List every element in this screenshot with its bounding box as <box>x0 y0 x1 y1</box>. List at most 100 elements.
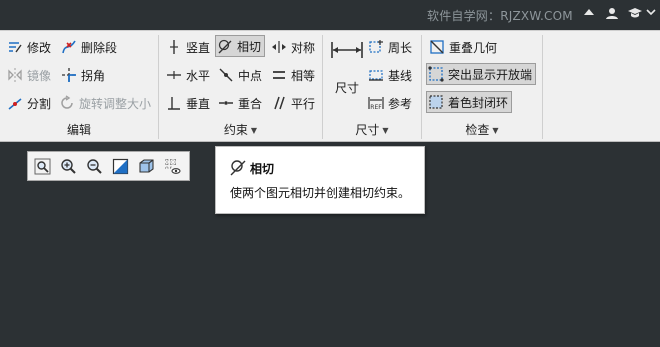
constrain-group-title: 约束 <box>223 123 248 137</box>
equal-label: 相等 <box>291 68 316 83</box>
corner-button[interactable]: 拐角 <box>60 64 105 86</box>
vertical-constraint-icon <box>165 38 183 56</box>
symmetric-icon <box>270 38 288 56</box>
inspect-group: 重叠几何 突出显示开放端 着色封闭环 检查 ▼ <box>422 31 542 143</box>
chevron-down-icon[interactable] <box>646 6 656 22</box>
zoom-out-icon[interactable] <box>83 155 105 177</box>
inspect-group-label[interactable]: 检查 ▼ <box>422 121 542 138</box>
constrain-group: 竖直 相切 对称 水平 中点 相等 垂直 重合 平行 约束 ▼ <box>159 31 322 143</box>
graduation-cap-icon[interactable] <box>627 6 643 24</box>
perimeter-label: 周长 <box>388 40 413 55</box>
reference-label: 参考 <box>388 96 413 111</box>
edit-group: 修改 删除段 镜像 拐角 分割 旋转调整大小 编辑 <box>0 31 158 143</box>
rotate-resize-button[interactable]: 旋转调整大小 <box>58 92 151 114</box>
caret-down-icon: ▼ <box>382 126 389 135</box>
dimension-label: 尺寸 <box>334 81 359 95</box>
divide-button[interactable]: 分割 <box>6 92 51 114</box>
shade-closed-loops-button[interactable]: 着色封闭环 <box>426 91 513 113</box>
vertical-label: 竖直 <box>186 40 211 55</box>
overlap-geometry-label: 重叠几何 <box>449 40 498 55</box>
rotate-resize-icon <box>58 94 76 112</box>
dimension-button[interactable]: 尺寸 <box>329 39 365 96</box>
parallel-icon <box>270 94 288 112</box>
zoom-in-icon[interactable] <box>57 155 79 177</box>
horizontal-label: 水平 <box>186 68 211 83</box>
dimension-group-label[interactable]: 尺寸 ▼ <box>323 121 421 138</box>
reference-icon: REF <box>367 94 385 112</box>
separator <box>542 35 543 139</box>
constrain-group-label[interactable]: 约束 ▼ <box>159 121 322 138</box>
symmetric-constraint-button[interactable]: 对称 <box>270 36 315 58</box>
ribbon: 修改 删除段 镜像 拐角 分割 旋转调整大小 编辑 竖直 相切 对称 水平 中点… <box>0 30 660 142</box>
title-bar: 软件自学网：RJZXW.COM <box>0 0 660 30</box>
perimeter-icon <box>367 38 385 56</box>
parallel-constraint-button[interactable]: 平行 <box>270 92 315 114</box>
midpoint-label: 中点 <box>238 68 263 83</box>
modify-button[interactable]: 修改 <box>6 36 51 58</box>
tooltip-description: 使两个图元相切并创建相切约束。 <box>230 186 411 200</box>
repaint-icon[interactable] <box>109 155 131 177</box>
inspect-group-title: 检查 <box>465 123 490 137</box>
shade-closed-loops-icon <box>427 93 445 111</box>
delete-segment-label: 删除段 <box>81 40 118 55</box>
symmetric-label: 对称 <box>291 40 316 55</box>
sketch-display-icon[interactable] <box>161 155 183 177</box>
tangent-constraint-button[interactable]: 相切 <box>215 35 266 57</box>
horizontal-constraint-icon <box>165 66 183 84</box>
edit-group-label[interactable]: 编辑 <box>0 121 158 138</box>
coincident-label: 重合 <box>238 96 263 111</box>
divide-label: 分割 <box>27 96 52 111</box>
mirror-button[interactable]: 镜像 <box>6 64 51 86</box>
equal-constraint-button[interactable]: 相等 <box>270 64 315 86</box>
parallel-label: 平行 <box>291 96 316 111</box>
overlap-geometry-icon <box>428 38 446 56</box>
mirror-icon <box>6 66 24 84</box>
perpendicular-icon <box>165 94 183 112</box>
modify-label: 修改 <box>27 40 52 55</box>
view-toolbar <box>27 151 190 181</box>
tooltip-title: 相切 <box>250 162 275 176</box>
display-style-icon[interactable] <box>135 155 157 177</box>
perpendicular-constraint-button[interactable]: 垂直 <box>165 92 210 114</box>
horizontal-constraint-button[interactable]: 水平 <box>165 64 210 86</box>
overlap-geometry-button[interactable]: 重叠几何 <box>428 36 497 58</box>
refit-icon[interactable] <box>31 155 53 177</box>
caret-down-icon: ▼ <box>250 126 258 135</box>
rotate-resize-label: 旋转调整大小 <box>79 96 152 111</box>
coincident-icon <box>217 94 235 112</box>
person-icon[interactable] <box>605 6 619 24</box>
tangent-icon <box>216 37 234 55</box>
svg-text:REF: REF <box>370 104 382 111</box>
tangent-icon <box>230 160 246 176</box>
highlight-open-ends-icon <box>427 65 445 83</box>
delete-segment-icon <box>60 38 78 56</box>
perimeter-button[interactable]: 周长 <box>367 36 412 58</box>
dimension-icon <box>331 42 363 58</box>
delete-segment-button[interactable]: 删除段 <box>60 36 117 58</box>
coincident-constraint-button[interactable]: 重合 <box>217 92 262 114</box>
divide-icon <box>6 94 24 112</box>
dimension-group-title: 尺寸 <box>355 123 380 137</box>
vertical-constraint-button[interactable]: 竖直 <box>165 36 210 58</box>
highlight-open-ends-label: 突出显示开放端 <box>448 67 533 82</box>
mirror-label: 镜像 <box>27 68 52 83</box>
corner-icon <box>60 66 78 84</box>
highlight-open-ends-button[interactable]: 突出显示开放端 <box>426 63 537 85</box>
equal-icon <box>270 66 288 84</box>
edit-group-title: 编辑 <box>66 123 91 137</box>
baseline-icon <box>367 66 385 84</box>
modify-icon <box>6 38 24 56</box>
midpoint-constraint-button[interactable]: 中点 <box>217 64 262 86</box>
reference-button[interactable]: REF 参考 <box>367 92 412 114</box>
tooltip: 相切 使两个图元相切并创建相切约束。 <box>215 146 425 214</box>
midpoint-icon <box>217 66 235 84</box>
dimension-group: 尺寸 周长 基线 REF 参考 尺寸 ▼ <box>323 31 421 143</box>
baseline-label: 基线 <box>388 68 413 83</box>
up-arrow-icon[interactable] <box>583 6 595 22</box>
watermark-text: 软件自学网：RJZXW.COM <box>427 9 573 23</box>
caret-down-icon: ▼ <box>492 126 499 135</box>
baseline-button[interactable]: 基线 <box>367 64 412 86</box>
shade-closed-loops-label: 着色封闭环 <box>448 95 509 110</box>
perpendicular-label: 垂直 <box>186 96 211 111</box>
tangent-label: 相切 <box>237 39 262 54</box>
